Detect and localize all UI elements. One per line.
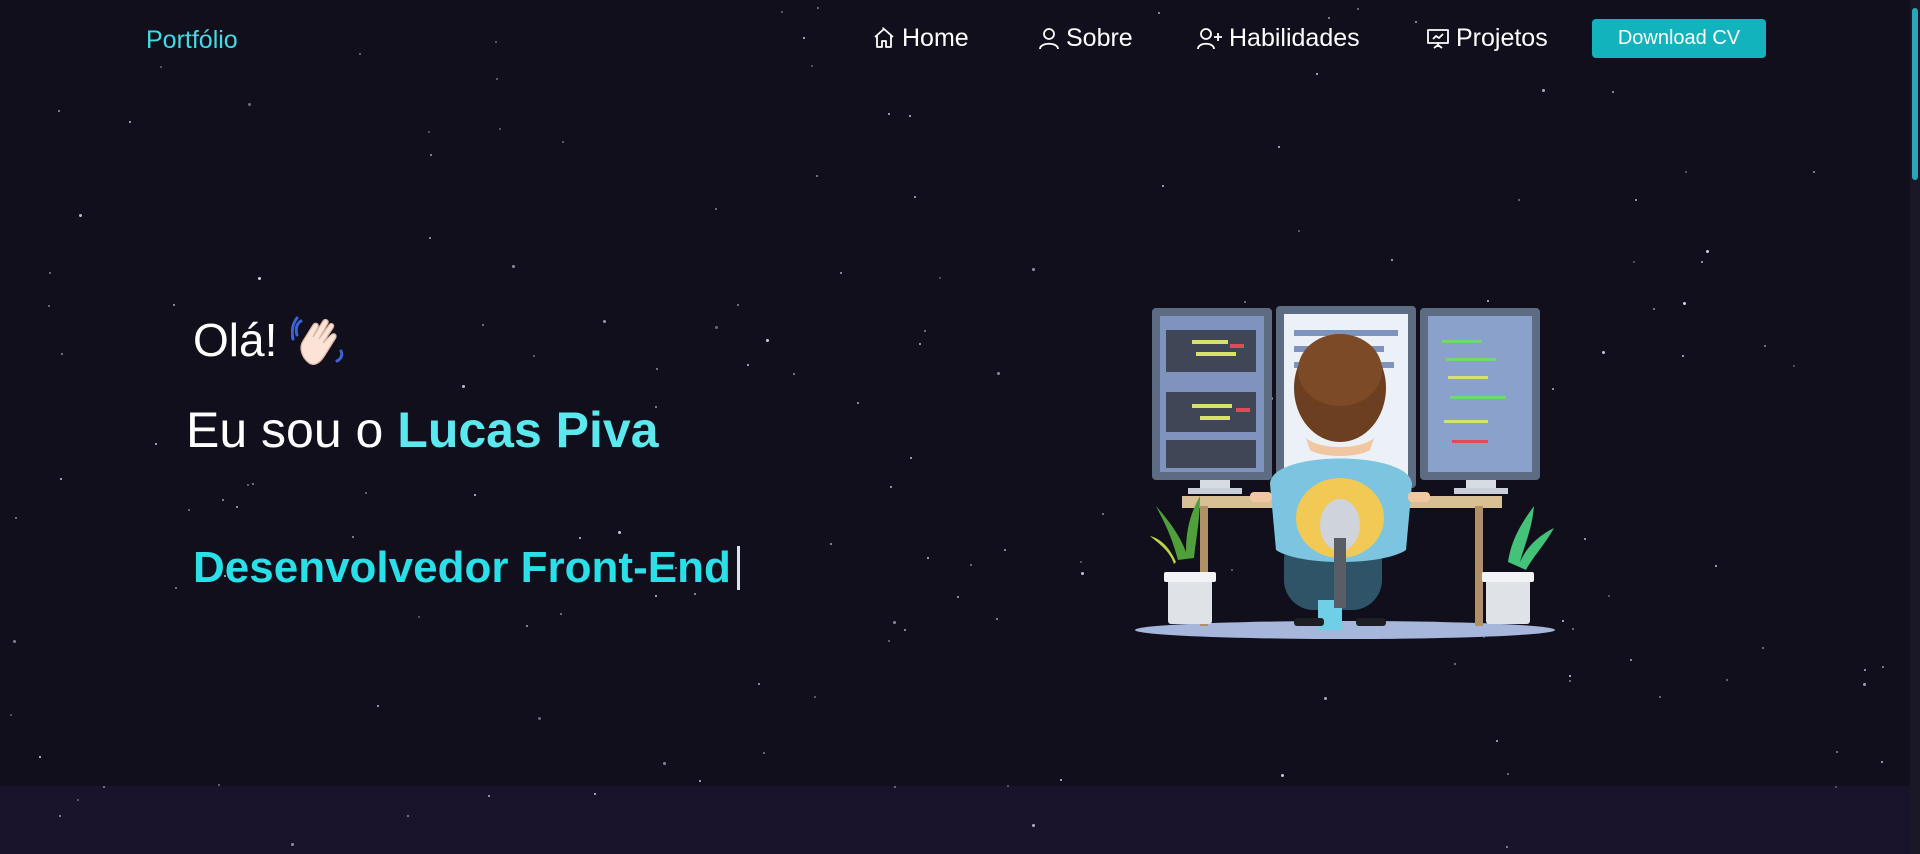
nav-sobre[interactable]: Sobre	[1038, 18, 1133, 58]
presentation-icon	[1427, 29, 1449, 49]
hero-name: Lucas Piva	[397, 402, 659, 458]
home-icon	[874, 28, 894, 48]
download-cv-button[interactable]: Download CV	[1592, 19, 1766, 58]
nav-projetos[interactable]: Projetos	[1426, 18, 1548, 58]
developer-illustration	[1135, 306, 1555, 639]
nav-home[interactable]: Home	[872, 18, 969, 58]
typing-cursor	[736, 546, 740, 590]
brand-logo[interactable]: Portfólio	[146, 26, 238, 55]
nav-habilidades-label: Habilidades	[1229, 23, 1360, 52]
intro-prefix: Eu sou o	[186, 402, 384, 458]
hero-role: Desenvolvedor Front-End	[193, 543, 731, 592]
navbar: Portfólio Home Sobre Habilidades Projeto…	[0, 0, 1918, 78]
next-section	[0, 786, 1920, 854]
greeting: Olá!	[193, 313, 347, 367]
hero-section	[0, 0, 1920, 786]
greeting-text: Olá!	[193, 314, 278, 366]
role-line: Desenvolvedor Front-End	[193, 543, 740, 593]
nav-home-label: Home	[902, 23, 969, 52]
user-icon	[1039, 28, 1059, 50]
user-plus-icon	[1197, 28, 1222, 50]
nav-projetos-label: Projetos	[1456, 23, 1548, 52]
nav-sobre-label: Sobre	[1066, 23, 1133, 52]
intro-line: Eu sou o Lucas Piva	[186, 401, 659, 459]
waving-hand-icon	[291, 316, 344, 366]
nav-habilidades[interactable]: Habilidades	[1197, 18, 1360, 58]
scrollbar-thumb[interactable]	[1912, 8, 1918, 180]
